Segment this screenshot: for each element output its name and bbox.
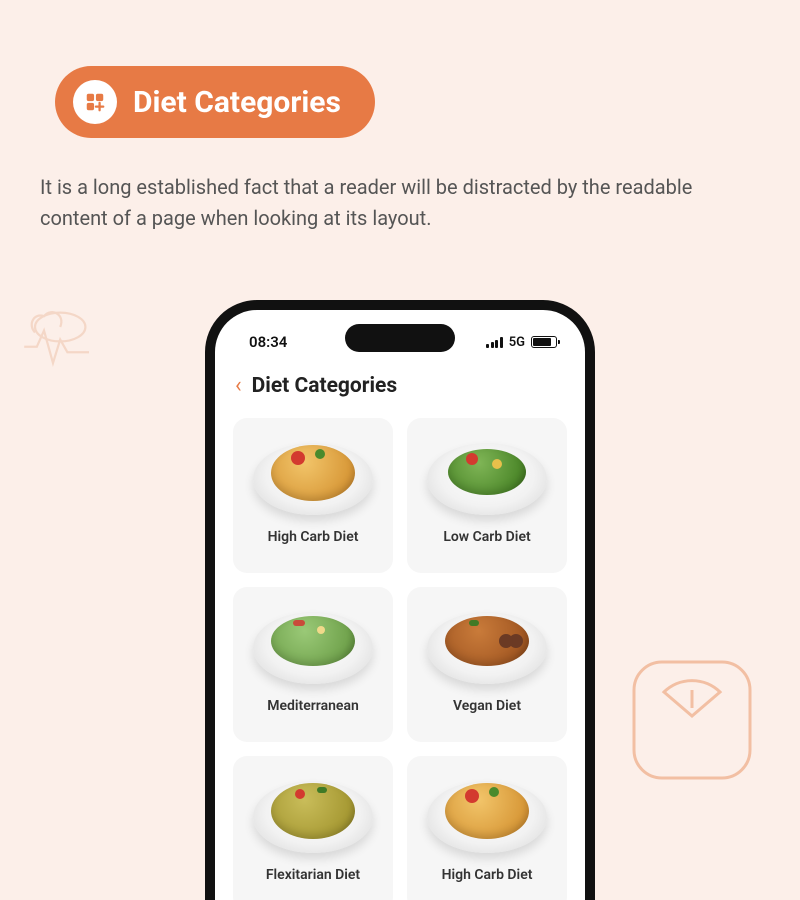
- status-time: 08:34: [249, 333, 287, 351]
- category-label: Low Carb Diet: [443, 529, 530, 545]
- back-chevron-icon[interactable]: ‹: [235, 375, 242, 397]
- category-card[interactable]: High Carb Diet: [233, 418, 393, 573]
- category-card[interactable]: Flexitarian Diet: [233, 756, 393, 900]
- network-label: 5G: [509, 335, 525, 350]
- category-card[interactable]: Vegan Diet: [407, 587, 567, 742]
- food-plate-image: [422, 766, 552, 861]
- category-card[interactable]: Low Carb Diet: [407, 418, 567, 573]
- category-label: Vegan Diet: [453, 698, 521, 714]
- phone-frame: 08:34 5G ‹ Diet Categories High Carb Die…: [205, 300, 595, 900]
- category-label: High Carb Diet: [268, 529, 359, 545]
- phone-notch: [345, 324, 455, 352]
- category-label: High Carb Diet: [442, 867, 533, 883]
- food-plate-image: [248, 766, 378, 861]
- categories-icon: [73, 80, 117, 124]
- category-grid: High Carb Diet Low Carb Diet Mediterranean…: [215, 410, 585, 900]
- section-title: Diet Categories: [133, 85, 341, 120]
- food-plate-image: [248, 428, 378, 523]
- scale-icon: [622, 650, 762, 790]
- section-description: It is a long established fact that a rea…: [40, 172, 760, 234]
- food-plate-image: [248, 597, 378, 692]
- screen-header: ‹ Diet Categories: [215, 358, 585, 410]
- category-card[interactable]: Mediterranean: [233, 587, 393, 742]
- category-label: Mediterranean: [267, 698, 359, 714]
- category-card[interactable]: High Carb Diet: [407, 756, 567, 900]
- status-indicators: 5G: [486, 335, 557, 350]
- signal-icon: [486, 337, 503, 348]
- food-plate-image: [422, 428, 552, 523]
- battery-icon: [531, 336, 557, 348]
- section-header-pill: Diet Categories: [55, 66, 375, 138]
- food-plate-image: [422, 597, 552, 692]
- category-label: Flexitarian Diet: [266, 867, 360, 883]
- heartbeat-icon: [8, 300, 98, 390]
- screen-title: Diet Categories: [252, 374, 398, 398]
- phone-screen: 08:34 5G ‹ Diet Categories High Carb Die…: [215, 310, 585, 900]
